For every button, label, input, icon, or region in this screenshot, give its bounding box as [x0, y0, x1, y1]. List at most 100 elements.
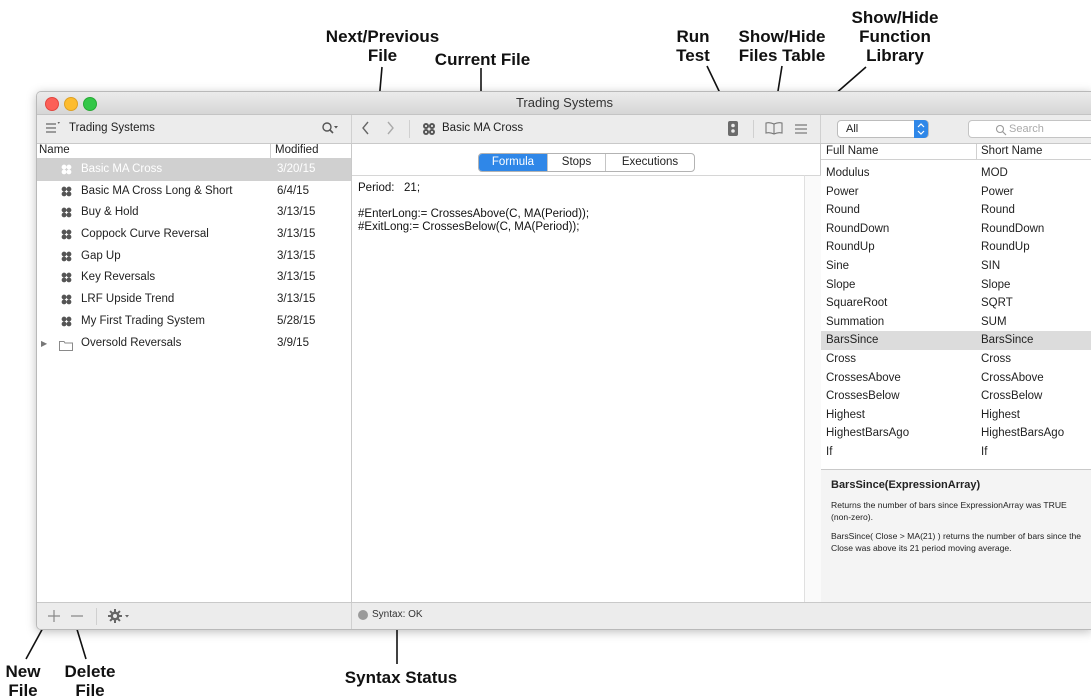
- category-filter-value: All: [846, 123, 859, 135]
- function-row[interactable]: CrossesBelow CrossBelow: [821, 387, 1091, 406]
- function-library-toggle-icon[interactable]: [794, 122, 808, 134]
- file-name: Key Reversals: [81, 271, 156, 284]
- annotation-run-test: Run Test: [676, 27, 710, 65]
- function-short-name: Power: [981, 185, 1014, 198]
- file-modified-date: 3/13/15: [277, 206, 316, 219]
- search-placeholder: Search: [1009, 123, 1044, 135]
- function-short-name: SIN: [981, 259, 1001, 272]
- file-row[interactable]: My First Trading System 5/28/15: [37, 311, 351, 333]
- editor-tabs: Formula Stops Executions: [478, 153, 695, 172]
- title-bar: Trading Systems: [37, 92, 1091, 115]
- file-row[interactable]: LRF Upside Trend 3/13/15: [37, 289, 351, 311]
- annotation-syntax-status: Syntax Status: [344, 668, 458, 687]
- file-modified-date: 3/9/15: [277, 336, 309, 349]
- files-table: Name Modified Basic MA Cross 3/20/15 Basic…: [37, 144, 352, 602]
- file-row[interactable]: Basic MA Cross Long & Short 6/4/15: [37, 181, 351, 203]
- function-row[interactable]: RoundUp RoundUp: [821, 238, 1091, 257]
- next-file-button[interactable]: [383, 119, 397, 137]
- previous-file-button[interactable]: [359, 119, 373, 137]
- function-short-name: HighestBarsAgo: [981, 427, 1065, 440]
- files-section-title: Trading Systems: [69, 122, 155, 134]
- file-name: Basic MA Cross: [81, 163, 163, 175]
- tab-formula[interactable]: Formula: [479, 154, 547, 171]
- trading-system-icon: [60, 163, 73, 176]
- column-header-full-name[interactable]: Full Name: [826, 145, 878, 157]
- file-name: LRF Upside Trend: [81, 293, 175, 306]
- formula-line: #EnterLong:= CrossesAbove(C, MA(Period))…: [358, 208, 590, 220]
- library-table-header: Full Name Short Name: [821, 144, 1091, 160]
- toolbar: Trading Systems Basic MA Cross All Searc…: [37, 115, 1091, 144]
- function-row[interactable]: BarsSince BarsSince: [821, 331, 1091, 350]
- function-signature: BarsSince(ExpressionArray): [831, 479, 981, 491]
- annotation-next-previous-file: Next/Previous File: [325, 27, 440, 65]
- file-modified-date: 5/28/15: [277, 314, 316, 327]
- annotation-new-file: New File: [5, 662, 41, 700]
- gear-icon[interactable]: [107, 608, 131, 624]
- files-table-toggle-icon[interactable]: [765, 121, 783, 135]
- editor-scrollbar[interactable]: [804, 175, 821, 603]
- column-header-short-name[interactable]: Short Name: [981, 145, 1042, 157]
- file-modified-date: 3/13/15: [277, 293, 316, 306]
- disclosure-triangle-icon[interactable]: ▶: [41, 333, 47, 355]
- delete-file-button[interactable]: [70, 609, 84, 623]
- function-row[interactable]: Power Power: [821, 183, 1091, 202]
- column-header-modified[interactable]: Modified: [275, 144, 318, 156]
- function-full-name: Slope: [826, 278, 856, 291]
- tab-stops[interactable]: Stops: [547, 154, 605, 171]
- bottom-bar: Syntax: OK: [37, 602, 1091, 629]
- function-row[interactable]: If If: [821, 443, 1091, 462]
- library-search-input[interactable]: Search: [968, 120, 1091, 138]
- function-short-name: Round: [981, 204, 1015, 217]
- file-row[interactable]: Key Reversals 3/13/15: [37, 267, 351, 289]
- file-row[interactable]: Gap Up 3/13/15: [37, 246, 351, 268]
- function-row[interactable]: CrossesAbove CrossAbove: [821, 369, 1091, 388]
- file-row[interactable]: ▶ Oversold Reversals 3/9/15: [37, 333, 351, 355]
- function-full-name: CrossesBelow: [826, 390, 900, 403]
- function-short-name: CrossAbove: [981, 371, 1044, 384]
- search-files-icon[interactable]: [321, 121, 339, 135]
- annotation-show-hide-files-table: Show/Hide Files Table: [738, 27, 826, 65]
- category-filter-select[interactable]: All: [837, 120, 929, 138]
- function-full-name: RoundDown: [826, 222, 890, 235]
- function-row[interactable]: RoundDown RoundDown: [821, 220, 1091, 239]
- new-file-button[interactable]: [47, 609, 61, 623]
- trading-system-icon: [60, 271, 73, 284]
- trading-system-icon: [60, 250, 73, 263]
- function-full-name: Cross: [826, 352, 857, 365]
- file-row[interactable]: Buy & Hold 3/13/15: [37, 202, 351, 224]
- file-modified-date: 3/13/15: [277, 228, 316, 241]
- sort-list-icon[interactable]: [45, 121, 61, 135]
- run-test-icon[interactable]: [727, 120, 739, 137]
- formula-line: Period: 21;: [358, 182, 421, 194]
- file-modified-date: 3/20/15: [277, 163, 316, 175]
- file-name: Basic MA Cross Long & Short: [81, 184, 233, 197]
- annotation-show-hide-function-library: Show/Hide Function Library: [851, 8, 939, 65]
- function-row[interactable]: Sine SIN: [821, 257, 1091, 276]
- function-row[interactable]: Cross Cross: [821, 350, 1091, 369]
- trading-system-icon: [60, 206, 73, 219]
- function-row[interactable]: HighestBarsAgo HighestBarsAgo: [821, 424, 1091, 443]
- function-row[interactable]: Summation SUM: [821, 313, 1091, 332]
- function-list: Modulus MOD Power Power Round Round RoundDown R…: [821, 160, 1091, 462]
- file-name: Gap Up: [81, 249, 121, 262]
- function-full-name: RoundUp: [826, 241, 875, 254]
- formula-editor[interactable]: Period: 21; #EnterLong:= CrossesAbove(C, …: [352, 175, 804, 603]
- function-row[interactable]: Round Round: [821, 201, 1091, 220]
- file-modified-date: 6/4/15: [277, 184, 309, 197]
- column-header-name[interactable]: Name: [39, 144, 70, 156]
- file-row[interactable]: Coppock Curve Reversal 3/13/15: [37, 224, 351, 246]
- function-row[interactable]: SquareRoot SQRT: [821, 294, 1091, 313]
- function-row[interactable]: Modulus MOD: [821, 164, 1091, 183]
- folder-icon: [59, 338, 73, 351]
- app-window: Trading Systems Trading Systems Basic MA…: [36, 91, 1091, 630]
- function-full-name: Modulus: [826, 167, 870, 179]
- formula-line: #ExitLong:= CrossesBelow(C, MA(Period));: [358, 221, 580, 233]
- tab-executions[interactable]: Executions: [605, 154, 694, 171]
- function-row[interactable]: Slope Slope: [821, 276, 1091, 295]
- function-row[interactable]: Highest Highest: [821, 406, 1091, 425]
- file-row[interactable]: Basic MA Cross 3/20/15: [37, 159, 351, 181]
- file-name: My First Trading System: [81, 314, 205, 327]
- function-short-name: Cross: [981, 352, 1012, 365]
- function-full-name: Sine: [826, 259, 850, 272]
- annotation-delete-file: Delete File: [64, 662, 116, 700]
